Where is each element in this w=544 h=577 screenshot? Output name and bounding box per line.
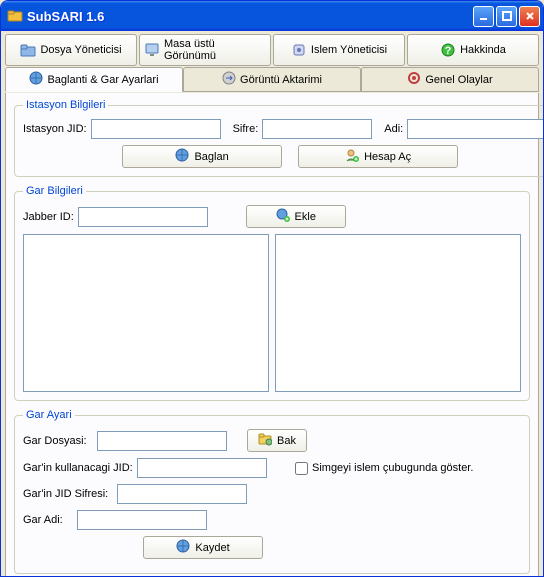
tab-dosya-yoneticisi[interactable]: Dosya Yöneticisi	[5, 34, 137, 66]
fieldset-istasyon: Istasyon Bilgileri Istasyon JID: Sifre: …	[14, 99, 544, 177]
baglan-button[interactable]: Baglan	[122, 145, 282, 168]
input-istasyon-jid[interactable]	[91, 119, 221, 139]
sub-tabs: Baglanti & Gar Ayarlari Görüntü Aktarimi…	[5, 67, 539, 92]
legend-istasyon: Istasyon Bilgileri	[23, 99, 108, 111]
process-icon	[291, 42, 307, 58]
bak-button[interactable]: Bak	[247, 429, 307, 452]
fieldset-gar-bilgileri: Gar Bilgileri Jabber ID: Ekle	[14, 185, 530, 401]
input-jid-sifre[interactable]	[117, 484, 247, 504]
input-jabber-id[interactable]	[78, 207, 208, 227]
hesap-ac-button[interactable]: Hesap Aç	[298, 145, 458, 168]
minimize-button[interactable]	[473, 6, 494, 27]
label-gar-adi: Gar Adi:	[23, 514, 73, 526]
tab-masa-ustu[interactable]: Masa üstü Görünümü	[139, 34, 271, 66]
monitor-icon	[144, 42, 160, 58]
input-gar-adi[interactable]	[77, 510, 207, 530]
subtab-label: Genel Olaylar	[425, 74, 492, 86]
tab-hakkinda[interactable]: ? Hakkinda	[407, 34, 539, 66]
globe-icon	[29, 71, 43, 88]
tab-label: Masa üstü Görünümü	[164, 38, 266, 62]
globe-add-icon	[276, 208, 290, 225]
subtab-label: Baglanti & Gar Ayarlari	[47, 74, 158, 86]
input-gar-dosyasi[interactable]	[97, 431, 227, 451]
label-sifre: Sifre:	[233, 123, 259, 135]
ekle-button[interactable]: Ekle	[246, 205, 346, 228]
main-tabs: Dosya Yöneticisi Masa üstü Görünümü Isle…	[5, 34, 539, 66]
button-label: Ekle	[295, 211, 316, 223]
globe-icon	[175, 148, 189, 165]
app-window: SubSARI 1.6 Dosya Yöneticisi Masa üstü G…	[0, 0, 544, 577]
label-kullan-jid: Gar'in kullanacagi JID:	[23, 462, 133, 474]
subtab-goruntu[interactable]: Görüntü Aktarimi	[183, 67, 361, 92]
subtab-label: Görüntü Aktarimi	[240, 74, 322, 86]
checkbox-simge[interactable]	[295, 462, 308, 475]
input-adi[interactable]	[407, 119, 544, 139]
list-left[interactable]	[23, 234, 269, 392]
list-right[interactable]	[275, 234, 521, 392]
maximize-button[interactable]	[496, 6, 517, 27]
legend-gar-ayari: Gar Ayari	[23, 409, 75, 421]
label-jabber-id: Jabber ID:	[23, 211, 74, 223]
window-buttons	[473, 6, 540, 27]
label-gar-dosyasi: Gar Dosyasi:	[23, 435, 93, 447]
user-add-icon	[345, 148, 359, 165]
label-simge: Simgeyi islem çubugunda göster.	[312, 462, 473, 474]
kaydet-button[interactable]: Kaydet	[143, 536, 263, 559]
subtab-baglanti[interactable]: Baglanti & Gar Ayarlari	[5, 67, 183, 92]
title-text: SubSARI 1.6	[27, 9, 473, 24]
button-label: Hesap Aç	[364, 151, 411, 163]
input-kullan-jid[interactable]	[137, 458, 267, 478]
browse-icon	[258, 432, 272, 449]
close-button[interactable]	[519, 6, 540, 27]
label-adi: Adi:	[384, 123, 403, 135]
label-jid-sifre: Gar'in JID Sifresi:	[23, 488, 113, 500]
tab-label: Islem Yöneticisi	[311, 44, 387, 56]
button-label: Kaydet	[195, 542, 229, 554]
globe-icon	[176, 539, 190, 556]
help-icon: ?	[440, 42, 456, 58]
tab-label: Hakkinda	[460, 44, 506, 56]
svg-text:?: ?	[445, 45, 452, 57]
button-label: Bak	[277, 435, 296, 447]
tab-label: Dosya Yöneticisi	[40, 44, 121, 56]
panel-baglanti: Istasyon Bilgileri Istasyon JID: Sifre: …	[5, 93, 539, 577]
tab-islem-yoneticisi[interactable]: Islem Yöneticisi	[273, 34, 405, 66]
titlebar: SubSARI 1.6	[1, 1, 543, 31]
app-icon	[7, 8, 23, 24]
subtab-genel[interactable]: Genel Olaylar	[361, 67, 539, 92]
folder-icon	[20, 42, 36, 58]
gear-icon	[407, 71, 421, 88]
label-istasyon-jid: Istasyon JID:	[23, 123, 87, 135]
legend-gar-bilgileri: Gar Bilgileri	[23, 185, 86, 197]
input-sifre[interactable]	[262, 119, 372, 139]
transfer-icon	[222, 71, 236, 88]
fieldset-gar-ayari: Gar Ayari Gar Dosyasi: Bak Gar'in kullan…	[14, 409, 530, 574]
button-label: Baglan	[194, 151, 228, 163]
content-area: Dosya Yöneticisi Masa üstü Görünümü Isle…	[1, 31, 543, 577]
